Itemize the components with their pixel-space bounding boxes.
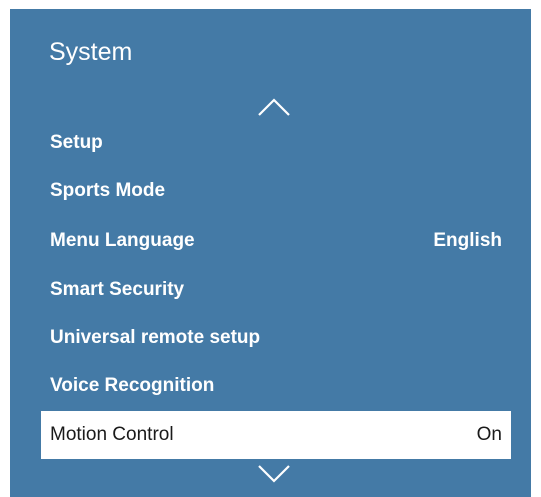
- menu-item-value: On: [476, 424, 502, 445]
- chevron-down-icon[interactable]: [257, 464, 291, 484]
- system-menu-panel: System Setup Sports Mode Menu Language E…: [10, 9, 531, 497]
- menu-item-label: Universal remote setup: [50, 327, 261, 348]
- menu-item-smart-security[interactable]: Smart Security: [41, 266, 511, 314]
- menu-item-value: English: [433, 230, 502, 251]
- menu-item-menu-language[interactable]: Menu Language English: [41, 217, 511, 265]
- panel-title: System: [49, 38, 133, 66]
- menu-item-label: Motion Control: [50, 424, 174, 445]
- menu-item-label: Smart Security: [50, 279, 185, 300]
- menu-item-label: Voice Recognition: [50, 375, 215, 396]
- menu-item-voice-recognition[interactable]: Voice Recognition: [41, 362, 511, 410]
- menu-item-label: Sports Mode: [50, 180, 166, 201]
- menu-item-sports-mode[interactable]: Sports Mode: [41, 167, 511, 215]
- chevron-up-icon[interactable]: [257, 97, 291, 117]
- menu-item-label: Setup: [50, 132, 103, 153]
- menu-item-label: Menu Language: [50, 230, 195, 251]
- menu-item-universal-remote-setup[interactable]: Universal remote setup: [41, 314, 511, 362]
- menu-item-motion-control[interactable]: Motion Control On: [41, 411, 511, 459]
- menu-item-setup[interactable]: Setup: [41, 119, 511, 167]
